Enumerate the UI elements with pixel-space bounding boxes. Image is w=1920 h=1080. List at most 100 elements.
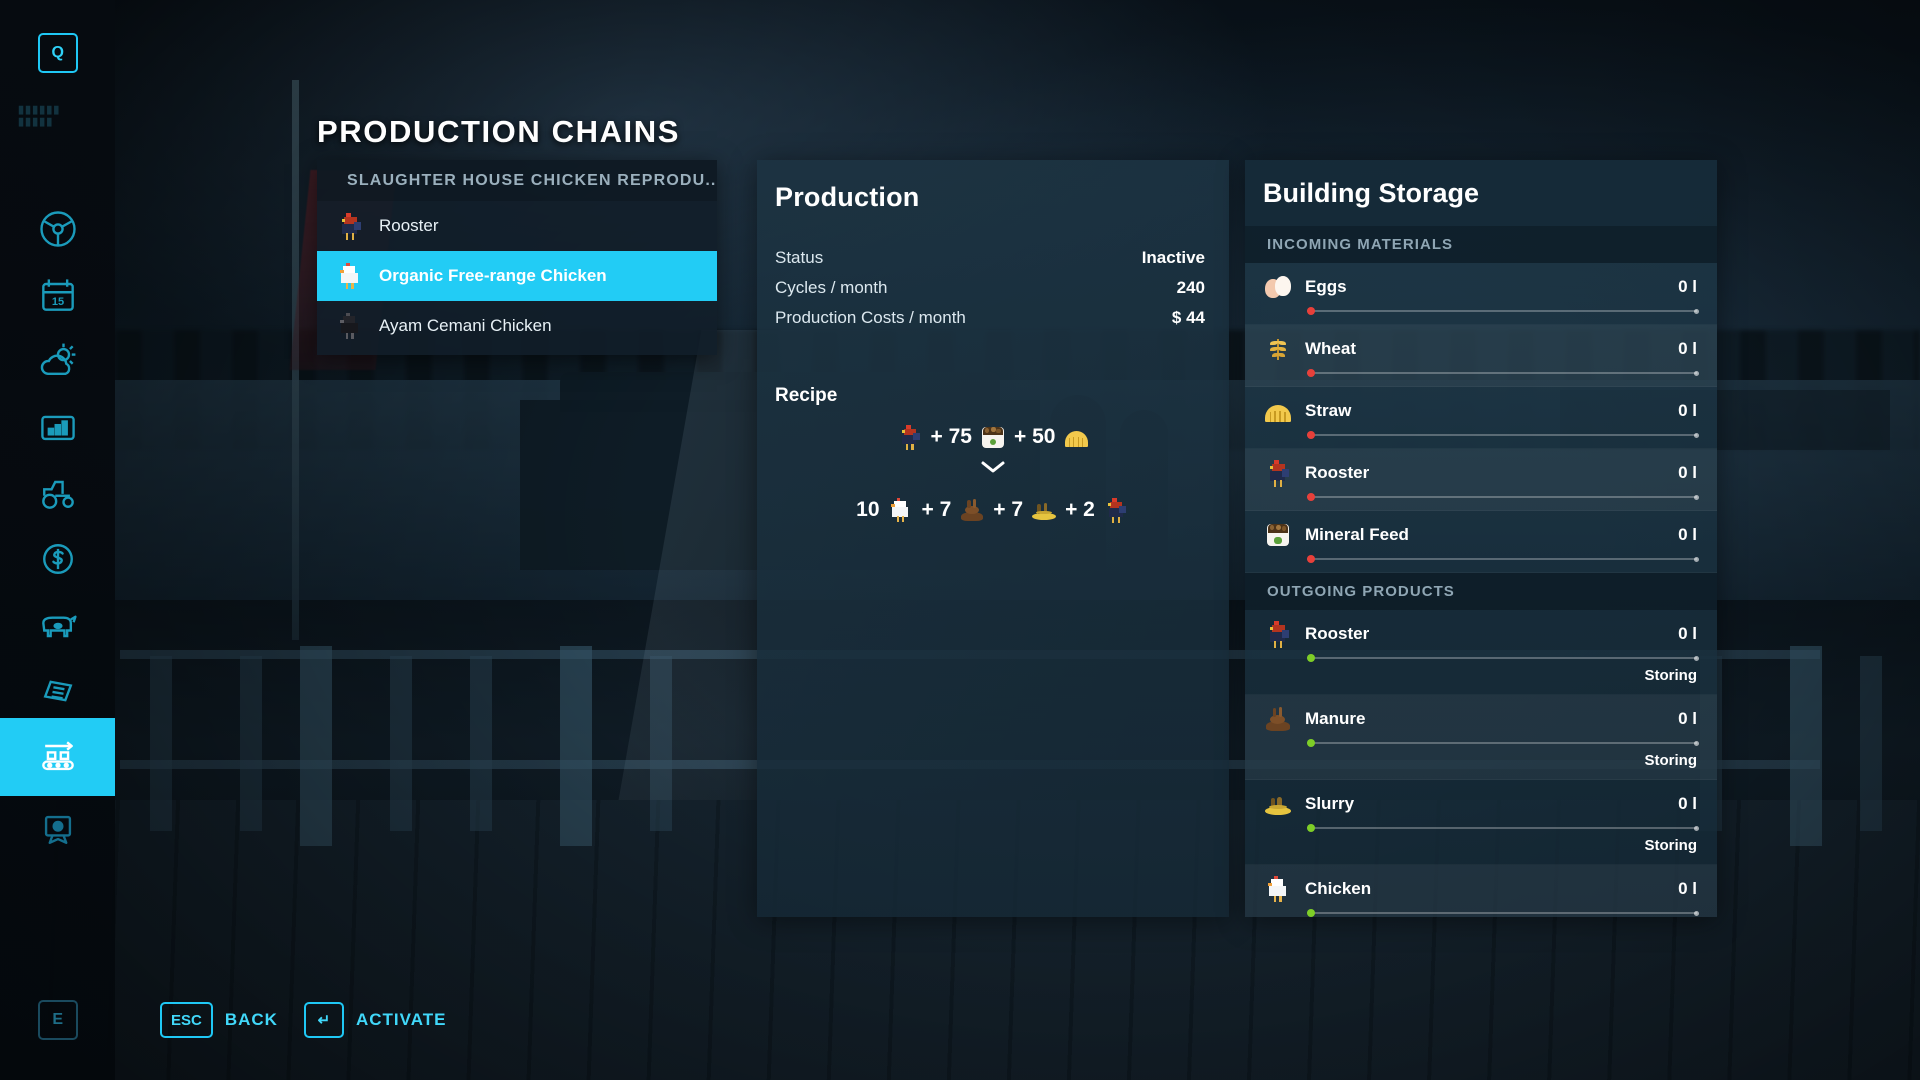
storage-fill-bar bbox=[1307, 369, 1697, 376]
recipe-outputs: 10 + 7 + 7 + 2 bbox=[757, 480, 1229, 524]
storage-panel-title: Building Storage bbox=[1245, 160, 1717, 226]
stat-value: Inactive bbox=[1142, 248, 1205, 268]
hint-back[interactable]: ESC BACK bbox=[160, 1002, 278, 1038]
storage-fill-bar bbox=[1307, 909, 1697, 916]
storage-item-name: Wheat bbox=[1305, 339, 1666, 359]
storage-row-eggs[interactable]: Eggs 0 l bbox=[1245, 263, 1717, 325]
weather-icon bbox=[36, 339, 80, 383]
production-conveyor-icon bbox=[36, 735, 80, 779]
storage-item-name: Straw bbox=[1305, 401, 1666, 421]
manure-icon bbox=[1263, 704, 1293, 734]
recipe-output-qty: + 7 bbox=[922, 498, 952, 522]
rooster-icon bbox=[1263, 619, 1293, 649]
rooster-icon bbox=[335, 211, 365, 241]
stat-row-status: Status Inactive bbox=[775, 243, 1205, 273]
stat-label: Status bbox=[775, 248, 823, 268]
status-dot-green bbox=[1307, 654, 1315, 662]
chain-list: Rooster Organic Free-range Chicken Ayam … bbox=[317, 201, 717, 355]
storage-row-rooster-incoming[interactable]: Rooster 0 l bbox=[1245, 449, 1717, 511]
storage-item-amount: 0 l bbox=[1678, 709, 1697, 729]
slurry-icon bbox=[1030, 496, 1058, 524]
tractor-icon bbox=[36, 471, 80, 515]
key-enter[interactable]: ↵ bbox=[304, 1002, 344, 1038]
eggs-icon bbox=[1263, 272, 1293, 302]
storage-item-status[interactable]: Storing bbox=[1263, 746, 1697, 769]
status-dot-red bbox=[1307, 307, 1315, 315]
chain-item-label: Rooster bbox=[379, 216, 439, 236]
storage-item-amount: 0 l bbox=[1678, 277, 1697, 297]
steering-wheel-icon bbox=[36, 207, 80, 251]
key-esc[interactable]: ESC bbox=[160, 1002, 213, 1038]
storage-fill-bar bbox=[1307, 493, 1697, 500]
stat-label: Production Costs / month bbox=[775, 308, 966, 328]
recipe-output-qty: + 7 bbox=[993, 498, 1023, 522]
storage-row-mineral-feed[interactable]: Mineral Feed 0 l bbox=[1245, 511, 1717, 573]
calendar-icon: 15 bbox=[36, 273, 80, 317]
storage-item-name: Manure bbox=[1305, 709, 1666, 729]
storage-row-chicken[interactable]: Chicken 0 l Storing bbox=[1245, 865, 1717, 917]
storage-section-incoming-header: INCOMING MATERIALS bbox=[1245, 226, 1717, 263]
status-dot-red bbox=[1307, 369, 1315, 377]
back-label: BACK bbox=[225, 1010, 278, 1030]
storage-row-manure[interactable]: Manure 0 l Storing bbox=[1245, 695, 1717, 780]
chevron-down-icon bbox=[980, 459, 1006, 480]
chain-item-label: Ayam Cemani Chicken bbox=[379, 316, 552, 336]
chain-item-label: Organic Free-range Chicken bbox=[379, 266, 607, 286]
stat-label: Cycles / month bbox=[775, 278, 887, 298]
manure-icon bbox=[958, 496, 986, 524]
rooster-icon bbox=[1263, 458, 1293, 488]
stat-row-cycles-per-month: Cycles / month 240 bbox=[775, 273, 1205, 303]
storage-fill-bar bbox=[1307, 824, 1697, 831]
recipe-input-qty: + 50 bbox=[1014, 425, 1055, 449]
key-hint-e[interactable]: E bbox=[38, 1000, 78, 1040]
hint-activate[interactable]: ↵ ACTIVATE bbox=[304, 1002, 446, 1038]
chain-list-item-rooster[interactable]: Rooster bbox=[317, 201, 717, 251]
storage-item-status[interactable]: Storing bbox=[1263, 916, 1697, 917]
mineral-feed-icon bbox=[979, 423, 1007, 451]
sidebar-item-achievements[interactable] bbox=[0, 790, 115, 868]
storage-fill-bar bbox=[1307, 739, 1697, 746]
straw-icon bbox=[1263, 396, 1293, 426]
ayam-cemani-icon bbox=[335, 311, 365, 341]
recipe-input-qty: + 75 bbox=[931, 425, 972, 449]
wheat-icon bbox=[1263, 334, 1293, 364]
storage-item-amount: 0 l bbox=[1678, 794, 1697, 814]
slurry-icon bbox=[1263, 789, 1293, 819]
documents-icon bbox=[36, 669, 80, 713]
storage-row-slurry[interactable]: Slurry 0 l Storing bbox=[1245, 780, 1717, 865]
sidebar-item-production[interactable] bbox=[0, 718, 115, 796]
dollar-icon bbox=[36, 537, 80, 581]
rooster-icon bbox=[1102, 496, 1130, 524]
storage-item-amount: 0 l bbox=[1678, 525, 1697, 545]
storage-row-straw[interactable]: Straw 0 l bbox=[1245, 387, 1717, 449]
production-details-panel: Production Status Inactive Cycles / mont… bbox=[757, 160, 1229, 917]
straw-icon bbox=[1062, 423, 1090, 451]
chicken-icon bbox=[887, 496, 915, 524]
status-dot-red bbox=[1307, 493, 1315, 501]
stat-row-production-costs: Production Costs / month $ 44 bbox=[775, 303, 1205, 333]
activate-label: ACTIVATE bbox=[356, 1010, 446, 1030]
storage-item-name: Chicken bbox=[1305, 879, 1666, 899]
storage-row-rooster-outgoing[interactable]: Rooster 0 l Storing bbox=[1245, 610, 1717, 695]
recipe-arrow bbox=[757, 451, 1229, 480]
storage-item-status[interactable]: Storing bbox=[1263, 661, 1697, 684]
status-dot-red bbox=[1307, 431, 1315, 439]
production-panel-title: Production bbox=[757, 160, 1229, 213]
storage-item-amount: 0 l bbox=[1678, 463, 1697, 483]
left-sidebar: Q ▮▮▮▮▮▮▮▮▮▮▮ 15 bbox=[0, 0, 115, 1080]
storage-item-name: Rooster bbox=[1305, 463, 1666, 483]
chain-list-item-organic-free-range-chicken[interactable]: Organic Free-range Chicken bbox=[317, 251, 717, 301]
storage-section-outgoing-header: OUTGOING PRODUCTS bbox=[1245, 573, 1717, 610]
storage-item-amount: 0 l bbox=[1678, 339, 1697, 359]
storage-item-name: Rooster bbox=[1305, 624, 1666, 644]
storage-fill-bar bbox=[1307, 307, 1697, 314]
key-hint-q[interactable]: Q bbox=[38, 33, 78, 73]
chain-list-item-ayam-cemani-chicken[interactable]: Ayam Cemani Chicken bbox=[317, 301, 717, 351]
storage-item-amount: 0 l bbox=[1678, 624, 1697, 644]
storage-item-status[interactable]: Storing bbox=[1263, 831, 1697, 854]
chicken-icon bbox=[1263, 874, 1293, 904]
recipe-inputs: + 75 + 50 bbox=[757, 407, 1229, 451]
chain-list-header: SLAUGHTER HOUSE CHICKEN REPRODU.. bbox=[317, 160, 717, 201]
storage-item-amount: 0 l bbox=[1678, 879, 1697, 899]
storage-row-wheat[interactable]: Wheat 0 l bbox=[1245, 325, 1717, 387]
